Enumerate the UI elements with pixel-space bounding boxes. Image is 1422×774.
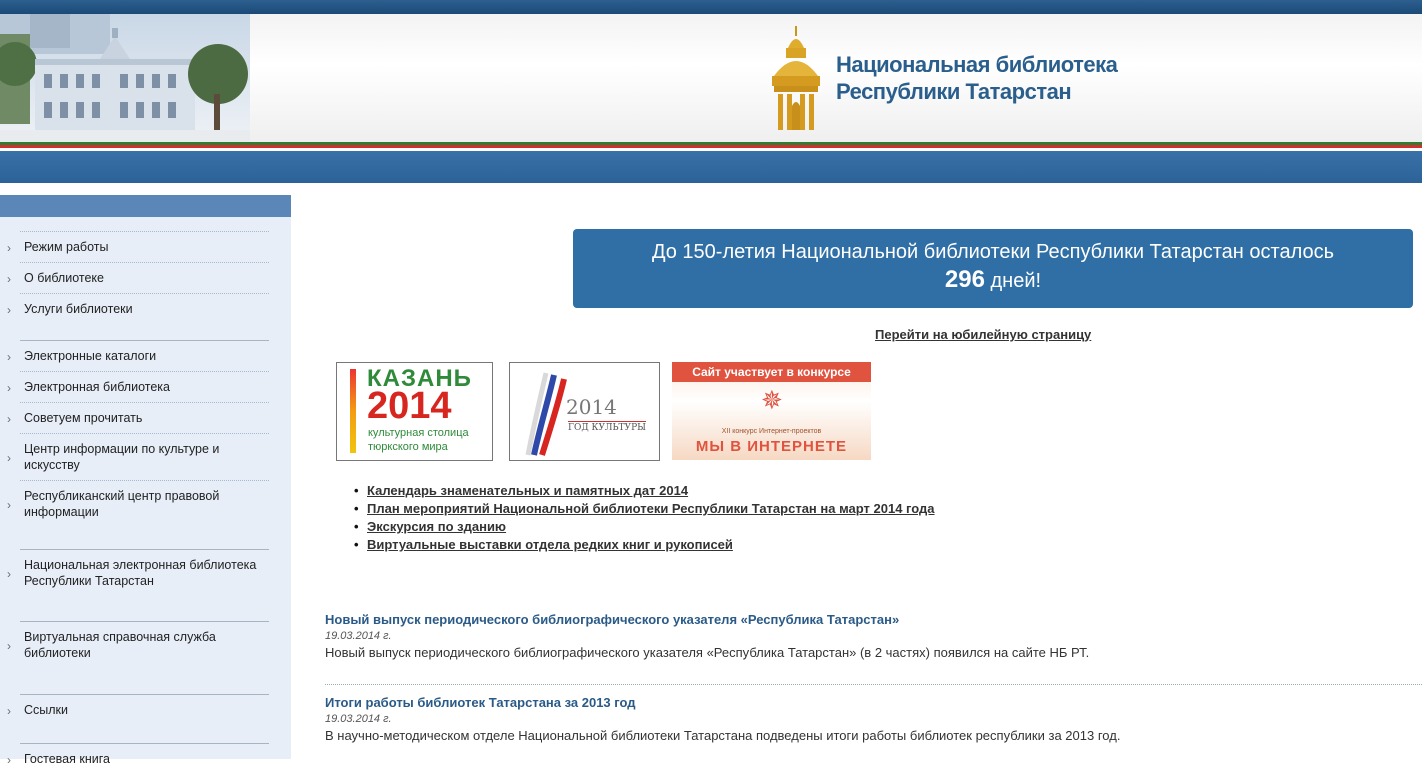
sidebar-item[interactable]: › Республиканский центр правовой информац…: [7, 480, 269, 527]
contest-big-text: МЫ В ИНТЕРНЕТЕ: [695, 438, 848, 455]
logo-line-2: Республики Татарстан: [836, 79, 1072, 104]
list-item: • Виртуальные выставки отдела редких книг…: [354, 536, 935, 554]
news-title[interactable]: Новый выпуск периодического библиографич…: [325, 612, 1422, 627]
sidebar-item-label: Советуем прочитать: [24, 411, 143, 425]
sidebar-item[interactable]: › Услуги библиотеки: [7, 293, 269, 324]
sidebar-item[interactable]: › Виртуальная справочная служба библиотек…: [7, 622, 269, 668]
chevron-right-icon: ›: [7, 272, 11, 286]
sidebar-group-1: › Режим работы › О библиотеке › Услуги библ…: [7, 231, 269, 324]
star-icon: ✵: [761, 386, 783, 416]
chevron-right-icon: ›: [7, 639, 11, 653]
sidebar-group-5: › Ссылки: [7, 695, 269, 725]
sidebar-item[interactable]: › О библиотеке: [7, 262, 269, 293]
anniversary-countdown-banner: До 150-летия Национальной библиотеки Рес…: [573, 229, 1413, 308]
chevron-right-icon: ›: [7, 753, 11, 767]
sidebar-item[interactable]: › Центр информации по культуре и искусств…: [7, 433, 269, 480]
list-item: • Экскурсия по зданию: [354, 518, 935, 536]
sidebar: › Режим работы › О библиотеке › Услуги библ…: [0, 195, 291, 767]
kazan-caption: культурная столица тюркского мира: [368, 426, 469, 454]
site-header: Национальная библиотека Республики Татар…: [0, 14, 1422, 142]
library-logo-icon: [772, 26, 820, 130]
chevron-right-icon: ›: [7, 451, 11, 465]
chevron-right-icon: ›: [7, 412, 11, 426]
countdown-days-line: 296 дней!: [573, 266, 1413, 294]
chevron-right-icon: ›: [7, 303, 11, 317]
featured-link[interactable]: Виртуальные выставки отдела редких книг …: [367, 537, 733, 552]
kazan-year: 2014: [367, 385, 452, 427]
chevron-right-icon: ›: [7, 381, 11, 395]
culture-caption: ГОД КУЛЬТУРЫ: [568, 421, 646, 433]
featured-link[interactable]: Календарь знаменательных и памятных дат …: [367, 483, 688, 498]
logo-line-1: Национальная библиотека: [836, 52, 1118, 77]
library-building-photo: [0, 14, 250, 142]
kazan-caption-line-1: культурная столица: [368, 427, 469, 439]
featured-link[interactable]: Экскурсия по зданию: [367, 519, 506, 534]
list-item: • Календарь знаменательных и памятных дат…: [354, 482, 935, 500]
sidebar-item[interactable]: › Режим работы: [7, 231, 269, 262]
list-item: • План мероприятий Национальной библиотек…: [354, 500, 935, 518]
sidebar-group-6: › Гостевая книга: [7, 744, 269, 774]
sidebar-item-label: Республиканский центр правовой информаци…: [24, 489, 220, 519]
sidebar-group-4: › Виртуальная справочная служба библиотек…: [7, 622, 269, 668]
sidebar-header-bar: [0, 195, 291, 217]
sidebar-item-label: Ссылки: [24, 703, 69, 717]
news-divider: [325, 684, 1422, 685]
countdown-text: До 150-летия Национальной библиотеки Рес…: [651, 241, 1335, 263]
sidebar-item-label: Электронная библиотека: [24, 380, 170, 394]
sidebar-item[interactable]: › Советуем прочитать: [7, 402, 269, 433]
tricolor-brush-icon: [525, 372, 567, 456]
sidebar-item-label: Виртуальная справочная служба библиотеки: [24, 630, 216, 660]
sidebar-item-label: Центр информации по культуре и искусству: [24, 442, 220, 472]
chevron-right-icon: ›: [7, 704, 11, 718]
news-text: Новый выпуск периодического библиографич…: [325, 645, 1090, 660]
chevron-right-icon: ›: [7, 567, 11, 581]
bullet-icon: •: [354, 537, 359, 552]
header-top-bar: [0, 0, 1422, 14]
bullet-icon: •: [354, 483, 359, 498]
kazan-color-bar: [350, 369, 356, 453]
news-text: В научно-методическом отделе Национально…: [325, 728, 1121, 743]
sidebar-group-2: › Электронные каталоги › Электронная библи…: [7, 341, 269, 527]
sidebar-item[interactable]: › Электронные каталоги: [7, 341, 269, 371]
sidebar-item-label: Услуги библиотеки: [24, 302, 133, 316]
chevron-right-icon: ›: [7, 350, 11, 364]
kazan-caption-line-2: тюркского мира: [368, 441, 448, 453]
chevron-right-icon: ›: [7, 498, 11, 512]
sidebar-item-label: Режим работы: [24, 240, 109, 254]
news-item: Итоги работы библиотек Татарстана за 201…: [325, 695, 1422, 743]
year-of-culture-banner[interactable]: 2014 ГОД КУЛЬТУРЫ: [509, 362, 660, 461]
countdown-days: 296: [944, 266, 985, 293]
news-date: 19.03.2014 г.: [325, 630, 392, 642]
contest-small-text: XII конкурс Интернет-проектов: [721, 428, 822, 435]
sidebar-item-label: Электронные каталоги: [24, 349, 157, 363]
featured-links-list: • Календарь знаменательных и памятных дат…: [354, 482, 935, 554]
kazan-2014-banner[interactable]: КАЗАНЬ 2014 культурная столица тюркского…: [336, 362, 493, 461]
sidebar-item[interactable]: › Гостевая книга: [7, 744, 269, 774]
culture-year: 2014: [566, 395, 617, 419]
header-blue-band: [0, 151, 1422, 183]
featured-link[interactable]: План мероприятий Национальной библиотеки…: [367, 501, 935, 516]
sidebar-group-3: › Национальная электронная библиотека Рес…: [7, 550, 269, 596]
sidebar-item-label: Гостевая книга: [24, 752, 110, 766]
contest-top-text: Сайт участвует в конкурсе: [672, 362, 871, 382]
news-title[interactable]: Итоги работы библиотек Татарстана за 201…: [325, 695, 1422, 710]
sidebar-item-label: О библиотеке: [24, 271, 104, 285]
sidebar-item[interactable]: › Национальная электронная библиотека Рес…: [7, 550, 269, 596]
news-item: Новый выпуск периодического библиографич…: [325, 612, 1422, 660]
news-date: 19.03.2014 г.: [325, 713, 392, 725]
chevron-right-icon: ›: [7, 241, 11, 255]
site-logo-title[interactable]: Национальная библиотека Республики Татар…: [836, 51, 1118, 105]
contest-banner[interactable]: Сайт участвует в конкурсе ✵ XII конкурс …: [672, 362, 871, 460]
sidebar-item-label: Национальная электронная библиотека Респ…: [24, 558, 257, 588]
jubilee-page-link[interactable]: Перейти на юбилейную страницу: [875, 327, 1091, 342]
sidebar-item[interactable]: › Ссылки: [7, 695, 269, 725]
sidebar-item[interactable]: › Электронная библиотека: [7, 371, 269, 402]
bullet-icon: •: [354, 519, 359, 534]
countdown-days-suffix: дней!: [984, 270, 1042, 292]
bullet-icon: •: [354, 501, 359, 516]
